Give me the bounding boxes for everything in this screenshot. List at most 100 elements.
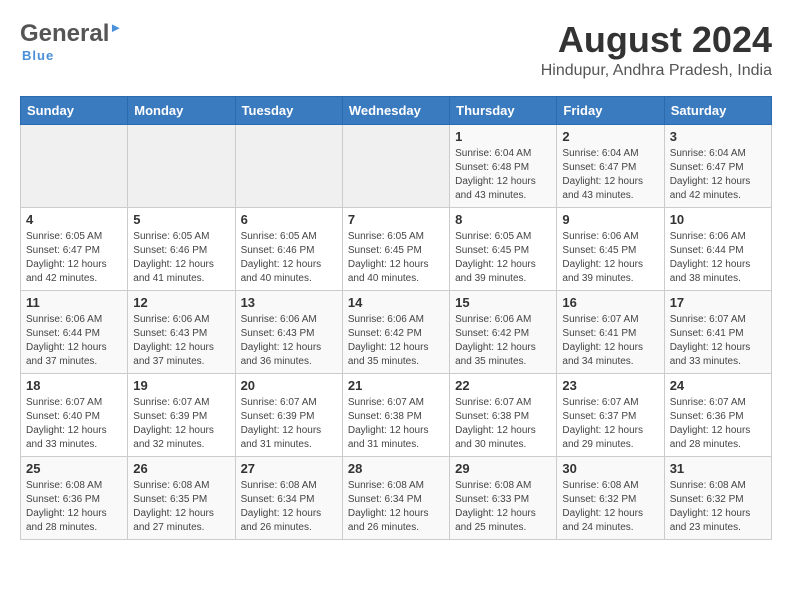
calendar-day-cell: 9Sunrise: 6:06 AM Sunset: 6:45 PM Daylig…: [557, 207, 664, 290]
day-number: 30: [562, 461, 658, 476]
logo-brand: General►: [20, 20, 122, 48]
weekday-header-sunday: Sunday: [21, 96, 128, 124]
calendar-day-cell: 6 Sunrise: 6:05 AM Sunset: 6:46 PM Daylig…: [235, 207, 342, 290]
day-info: Sunrise: 6:06 AM Sunset: 6:45 PM Dayligh…: [562, 230, 658, 286]
calendar-day-cell: 23Sunrise: 6:07 AM Sunset: 6:37 PM Dayli…: [557, 373, 664, 456]
title-section: August 2024 Hindupur, Andhra Pradesh, In…: [541, 20, 772, 80]
day-info: Sunrise: 6:06 AM Sunset: 6:43 PM Dayligh…: [133, 313, 229, 369]
day-number: 10: [670, 212, 766, 227]
calendar-day-cell: 7 Sunrise: 6:05 AM Sunset: 6:45 PM Daylig…: [342, 207, 449, 290]
day-info: Sunrise: 6:04 AM Sunset: 6:47 PM Dayligh…: [562, 147, 658, 203]
day-info: Sunrise: 6:07 AM Sunset: 6:39 PM Dayligh…: [241, 396, 337, 452]
day-number: 25: [26, 461, 122, 476]
calendar-day-cell: 12 Sunrise: 6:06 AM Sunset: 6:43 PM Dayli…: [128, 290, 235, 373]
day-info: Sunrise: 6:08 AM Sunset: 6:32 PM Dayligh…: [670, 479, 766, 535]
calendar-day-cell: 26 Sunrise: 6:08 AM Sunset: 6:35 PM Dayli…: [128, 456, 235, 539]
calendar-day-cell: 24 Sunrise: 6:07 AM Sunset: 6:36 PM Dayli…: [664, 373, 771, 456]
logo: General► Blue: [20, 20, 122, 63]
day-info: Sunrise: 6:07 AM Sunset: 6:38 PM Dayligh…: [455, 396, 551, 452]
month-year-title: August 2024: [541, 20, 772, 60]
day-number: 28: [348, 461, 444, 476]
day-number: 21: [348, 378, 444, 393]
day-number: 2: [562, 129, 658, 144]
day-number: 29: [455, 461, 551, 476]
calendar-week-row: 1Sunrise: 6:04 AM Sunset: 6:48 PM Daylig…: [21, 124, 772, 207]
logo-sub-text: Blue: [22, 48, 54, 63]
day-info: Sunrise: 6:08 AM Sunset: 6:33 PM Dayligh…: [455, 479, 551, 535]
calendar-day-cell: 13Sunrise: 6:06 AM Sunset: 6:43 PM Dayli…: [235, 290, 342, 373]
day-info: Sunrise: 6:07 AM Sunset: 6:38 PM Dayligh…: [348, 396, 444, 452]
day-info: Sunrise: 6:05 AM Sunset: 6:45 PM Dayligh…: [455, 230, 551, 286]
day-info: Sunrise: 6:07 AM Sunset: 6:36 PM Dayligh…: [670, 396, 766, 452]
weekday-header-wednesday: Wednesday: [342, 96, 449, 124]
day-number: 3: [670, 129, 766, 144]
day-number: 20: [241, 378, 337, 393]
calendar-day-cell: 19Sunrise: 6:07 AM Sunset: 6:39 PM Dayli…: [128, 373, 235, 456]
day-number: 13: [241, 295, 337, 310]
calendar-week-row: 18 Sunrise: 6:07 AM Sunset: 6:40 PM Dayli…: [21, 373, 772, 456]
day-number: 1: [455, 129, 551, 144]
calendar-day-cell: 8 Sunrise: 6:05 AM Sunset: 6:45 PM Daylig…: [450, 207, 557, 290]
calendar-day-cell: 27 Sunrise: 6:08 AM Sunset: 6:34 PM Dayli…: [235, 456, 342, 539]
calendar-day-cell: 16 Sunrise: 6:07 AM Sunset: 6:41 PM Dayli…: [557, 290, 664, 373]
day-info: Sunrise: 6:06 AM Sunset: 6:44 PM Dayligh…: [26, 313, 122, 369]
calendar-week-row: 11Sunrise: 6:06 AM Sunset: 6:44 PM Dayli…: [21, 290, 772, 373]
weekday-header-monday: Monday: [128, 96, 235, 124]
calendar-week-row: 4Sunrise: 6:05 AM Sunset: 6:47 PM Daylig…: [21, 207, 772, 290]
day-info: Sunrise: 6:08 AM Sunset: 6:34 PM Dayligh…: [241, 479, 337, 535]
day-number: 7: [348, 212, 444, 227]
page-header: General► Blue August 2024 Hindupur, Andh…: [20, 20, 772, 80]
day-number: 6: [241, 212, 337, 227]
day-info: Sunrise: 6:07 AM Sunset: 6:41 PM Dayligh…: [670, 313, 766, 369]
day-number: 12: [133, 295, 229, 310]
day-number: 16: [562, 295, 658, 310]
day-info: Sunrise: 6:05 AM Sunset: 6:46 PM Dayligh…: [241, 230, 337, 286]
day-info: Sunrise: 6:07 AM Sunset: 6:40 PM Dayligh…: [26, 396, 122, 452]
calendar-day-cell: 1Sunrise: 6:04 AM Sunset: 6:48 PM Daylig…: [450, 124, 557, 207]
calendar-day-cell: 28 Sunrise: 6:08 AM Sunset: 6:34 PM Dayli…: [342, 456, 449, 539]
location-subtitle: Hindupur, Andhra Pradesh, India: [541, 62, 772, 80]
day-number: 27: [241, 461, 337, 476]
day-number: 14: [348, 295, 444, 310]
calendar-day-cell: 18 Sunrise: 6:07 AM Sunset: 6:40 PM Dayli…: [21, 373, 128, 456]
calendar-day-cell: 15Sunrise: 6:06 AM Sunset: 6:42 PM Dayli…: [450, 290, 557, 373]
weekday-header-friday: Friday: [557, 96, 664, 124]
day-number: 18: [26, 378, 122, 393]
day-info: Sunrise: 6:08 AM Sunset: 6:35 PM Dayligh…: [133, 479, 229, 535]
day-number: 17: [670, 295, 766, 310]
day-info: Sunrise: 6:05 AM Sunset: 6:46 PM Dayligh…: [133, 230, 229, 286]
calendar-day-cell: [235, 124, 342, 207]
calendar-day-cell: 11Sunrise: 6:06 AM Sunset: 6:44 PM Dayli…: [21, 290, 128, 373]
calendar-day-cell: 25 Sunrise: 6:08 AM Sunset: 6:36 PM Dayli…: [21, 456, 128, 539]
calendar-day-cell: 30 Sunrise: 6:08 AM Sunset: 6:32 PM Dayli…: [557, 456, 664, 539]
calendar-day-cell: 22 Sunrise: 6:07 AM Sunset: 6:38 PM Dayli…: [450, 373, 557, 456]
day-number: 22: [455, 378, 551, 393]
calendar-day-cell: [342, 124, 449, 207]
day-info: Sunrise: 6:05 AM Sunset: 6:45 PM Dayligh…: [348, 230, 444, 286]
logo-text: General►: [20, 20, 122, 48]
day-number: 8: [455, 212, 551, 227]
day-number: 23: [562, 378, 658, 393]
calendar-table: SundayMondayTuesdayWednesdayThursdayFrid…: [20, 96, 772, 540]
calendar-day-cell: 29 Sunrise: 6:08 AM Sunset: 6:33 PM Dayli…: [450, 456, 557, 539]
day-number: 5: [133, 212, 229, 227]
day-info: Sunrise: 6:06 AM Sunset: 6:42 PM Dayligh…: [348, 313, 444, 369]
calendar-body: 1Sunrise: 6:04 AM Sunset: 6:48 PM Daylig…: [21, 124, 772, 539]
day-info: Sunrise: 6:08 AM Sunset: 6:32 PM Dayligh…: [562, 479, 658, 535]
day-info: Sunrise: 6:07 AM Sunset: 6:39 PM Dayligh…: [133, 396, 229, 452]
day-number: 31: [670, 461, 766, 476]
calendar-day-cell: 21 Sunrise: 6:07 AM Sunset: 6:38 PM Dayli…: [342, 373, 449, 456]
day-number: 26: [133, 461, 229, 476]
calendar-header: SundayMondayTuesdayWednesdayThursdayFrid…: [21, 96, 772, 124]
day-number: 24: [670, 378, 766, 393]
calendar-day-cell: 2 Sunrise: 6:04 AM Sunset: 6:47 PM Daylig…: [557, 124, 664, 207]
day-info: Sunrise: 6:07 AM Sunset: 6:41 PM Dayligh…: [562, 313, 658, 369]
day-number: 15: [455, 295, 551, 310]
day-info: Sunrise: 6:08 AM Sunset: 6:36 PM Dayligh…: [26, 479, 122, 535]
day-info: Sunrise: 6:04 AM Sunset: 6:47 PM Dayligh…: [670, 147, 766, 203]
calendar-day-cell: 4Sunrise: 6:05 AM Sunset: 6:47 PM Daylig…: [21, 207, 128, 290]
day-info: Sunrise: 6:08 AM Sunset: 6:34 PM Dayligh…: [348, 479, 444, 535]
day-number: 4: [26, 212, 122, 227]
weekday-header-saturday: Saturday: [664, 96, 771, 124]
weekday-header-row: SundayMondayTuesdayWednesdayThursdayFrid…: [21, 96, 772, 124]
